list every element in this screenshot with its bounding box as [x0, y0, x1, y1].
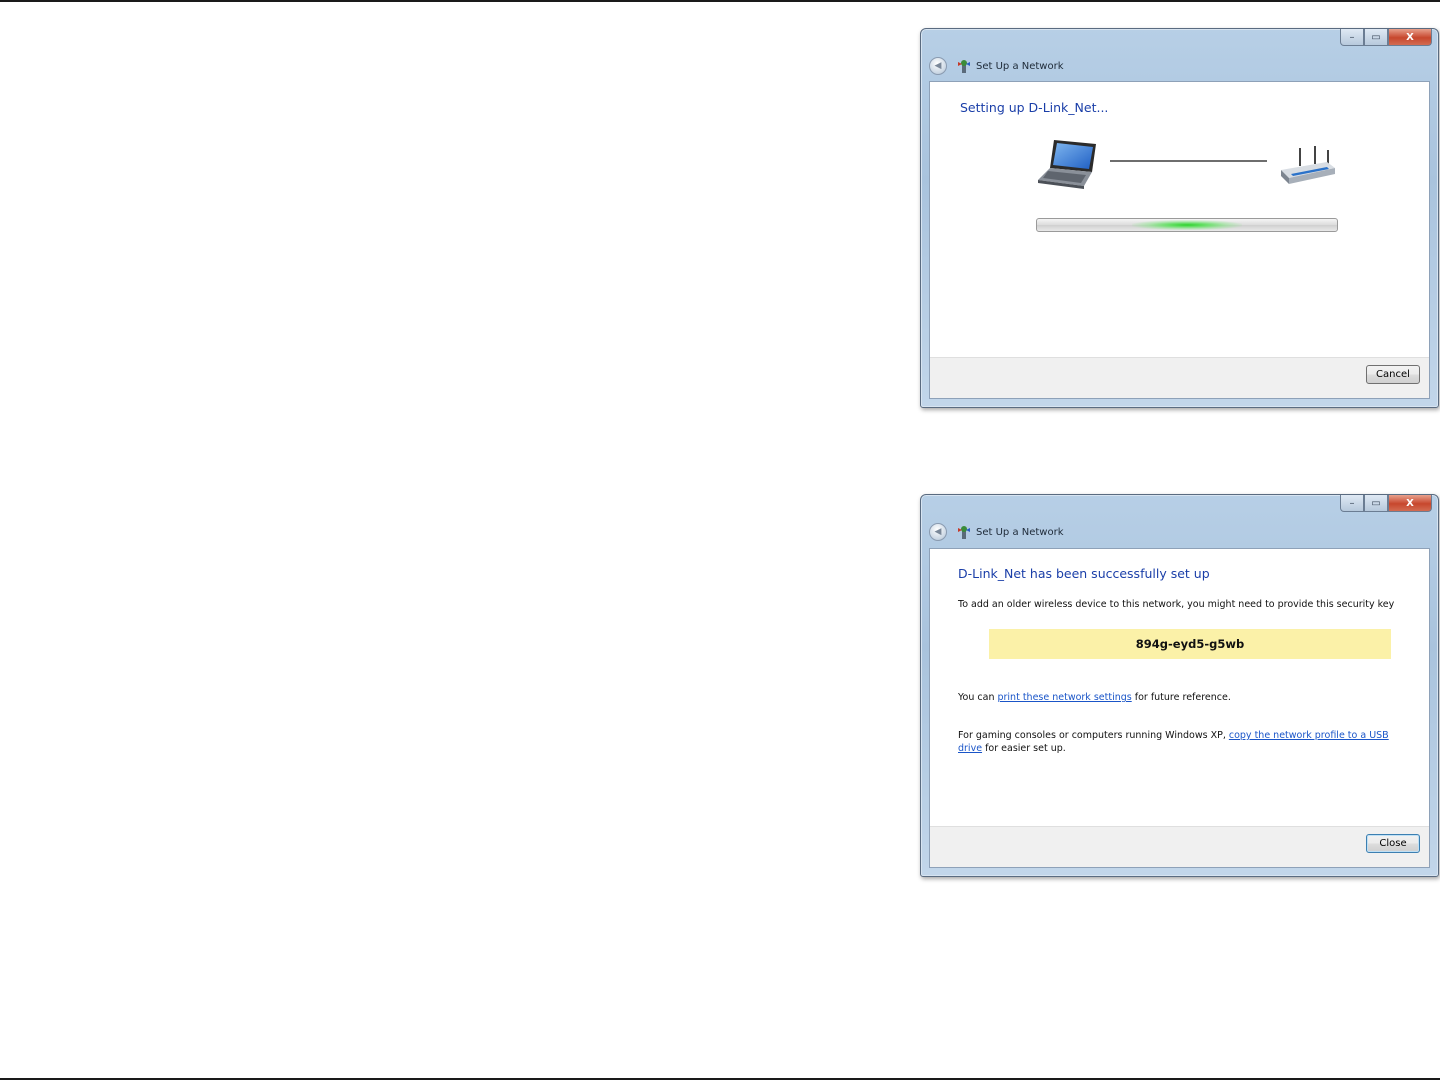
- wireless-router-icon: [1281, 146, 1335, 184]
- maximize-button[interactable]: ▭: [1364, 29, 1388, 46]
- connection-line: [1110, 160, 1267, 162]
- close-button[interactable]: Close: [1366, 834, 1420, 853]
- bottom-rule: [0, 1078, 1440, 1080]
- usb-profile-line: For gaming consoles or computers running…: [958, 729, 1404, 755]
- usb-suffix-text: for easier set up.: [982, 743, 1066, 754]
- progress-heading: Setting up D-Link_Net...: [960, 100, 1109, 115]
- dialog-footer: Close: [930, 826, 1429, 867]
- network-setup-icon: [958, 526, 970, 539]
- minimize-button[interactable]: –: [1340, 495, 1364, 512]
- window-caption-buttons: – ▭ X: [1340, 29, 1432, 46]
- back-arrow-icon[interactable]: ◀: [929, 57, 947, 75]
- dialog-title: Set Up a Network: [976, 526, 1064, 538]
- close-window-button[interactable]: X: [1388, 29, 1432, 46]
- dialog-titlebar: ◀ Set Up a Network: [929, 55, 1064, 77]
- top-rule: [0, 0, 1440, 2]
- network-setup-icon: [958, 60, 970, 73]
- cancel-button[interactable]: Cancel: [1366, 365, 1420, 384]
- setup-progress-bar: [1036, 218, 1338, 232]
- back-arrow-icon[interactable]: ◀: [929, 523, 947, 541]
- setup-network-dialog-progress: – ▭ X ◀ Set Up a Network Setting up D-Li…: [920, 28, 1439, 408]
- dialog-content: Setting up D-Link_Net... Cancel: [929, 81, 1430, 399]
- security-key-box: 894g-eyd5-g5wb: [989, 629, 1391, 659]
- laptop-icon: [1038, 140, 1096, 189]
- dialog-title: Set Up a Network: [976, 60, 1064, 72]
- setup-network-dialog-success: – ▭ X ◀ Set Up a Network D-Link_Net has …: [920, 494, 1439, 877]
- print-suffix-text: for future reference.: [1131, 692, 1231, 703]
- security-key-instruction: To add an older wireless device to this …: [958, 599, 1395, 610]
- usb-prefix-text: For gaming consoles or computers running…: [958, 730, 1229, 741]
- print-settings-link[interactable]: print these network settings: [997, 692, 1131, 703]
- progress-indicator: [1132, 220, 1242, 230]
- minimize-button[interactable]: –: [1340, 29, 1364, 46]
- dialog-content: D-Link_Net has been successfully set up …: [929, 548, 1430, 868]
- security-key-value: 894g-eyd5-g5wb: [1135, 637, 1245, 651]
- maximize-button[interactable]: ▭: [1364, 495, 1388, 512]
- close-window-button[interactable]: X: [1388, 495, 1432, 512]
- dialog-footer: Cancel: [930, 357, 1429, 398]
- success-heading: D-Link_Net has been successfully set up: [958, 566, 1210, 581]
- print-settings-line: You can print these network settings for…: [958, 691, 1418, 704]
- dialog-titlebar: ◀ Set Up a Network: [929, 521, 1064, 543]
- window-caption-buttons: – ▭ X: [1340, 495, 1432, 512]
- print-prefix-text: You can: [958, 692, 998, 703]
